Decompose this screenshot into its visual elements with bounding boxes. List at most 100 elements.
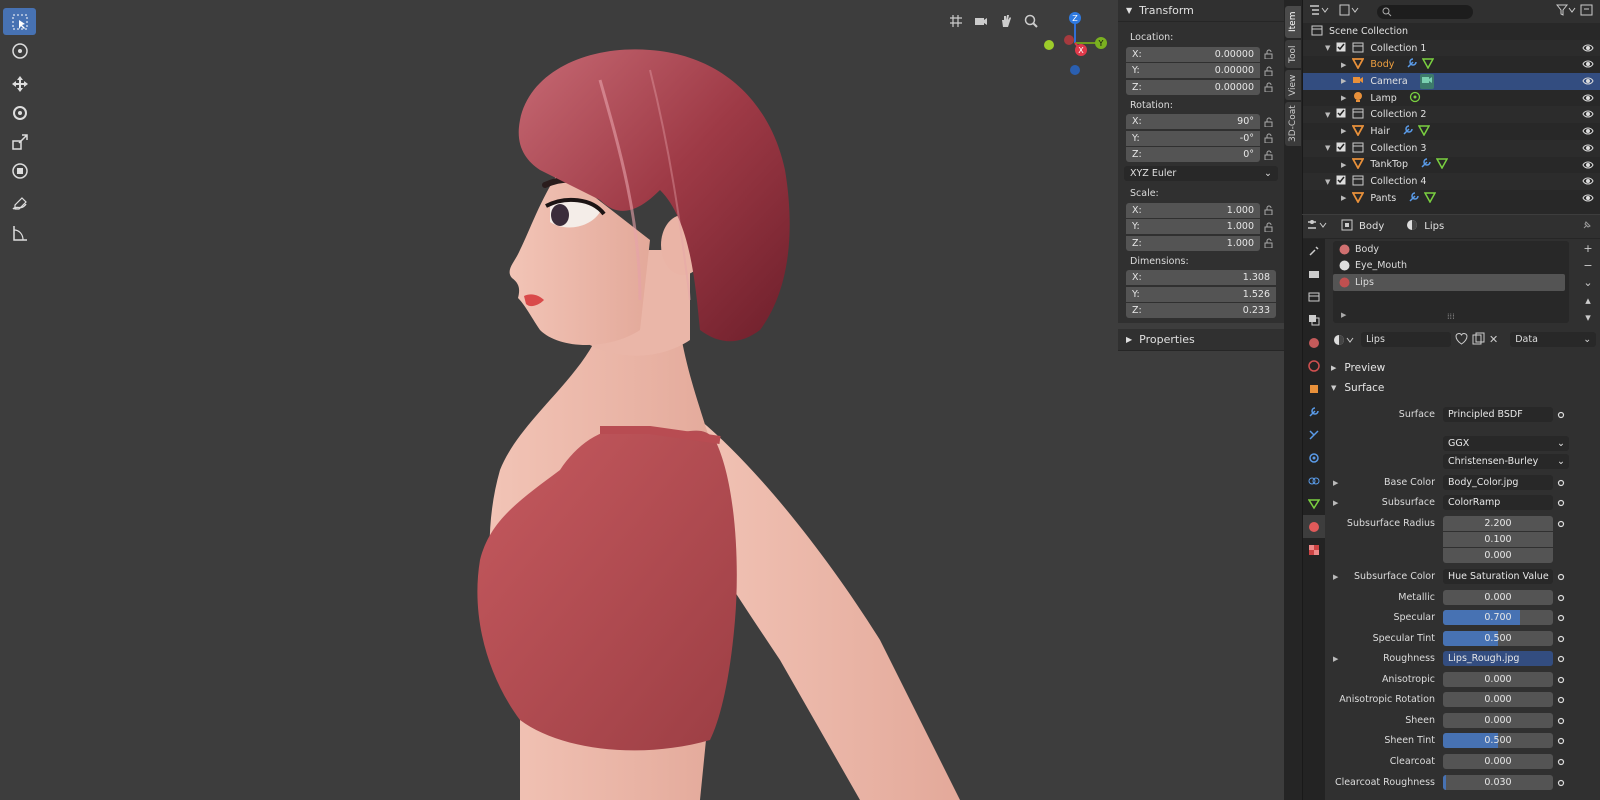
3d-viewport[interactable]: Z Y X — [0, 0, 1284, 800]
node-link-field[interactable]: Body_Color.jpg — [1443, 475, 1553, 490]
slider-field[interactable]: 0.000 — [1443, 672, 1553, 687]
transform-header[interactable]: ▼ Transform — [1118, 0, 1284, 22]
socket-icon[interactable] — [1553, 411, 1569, 419]
slider-field[interactable]: 0.000 — [1443, 590, 1553, 605]
expand-icon[interactable]: ▶ — [1333, 479, 1338, 487]
node-link-field[interactable]: Lips_Rough.jpg — [1443, 651, 1553, 666]
outliner-row-body[interactable]: ▶ Body — [1303, 56, 1600, 73]
material-tab-icon[interactable] — [1303, 515, 1325, 538]
checkbox-icon[interactable] — [1336, 142, 1346, 155]
disclosure-icon[interactable]: ▼ — [1325, 144, 1330, 152]
node-link-field[interactable]: Hue Saturation Value — [1443, 569, 1553, 584]
render-icon[interactable] — [1303, 262, 1325, 285]
move-icon[interactable] — [3, 70, 36, 97]
node-link-field[interactable]: Principled BSDF — [1443, 407, 1553, 422]
modifier-icon[interactable] — [1303, 400, 1325, 423]
move-down-button[interactable]: ▾ — [1581, 310, 1595, 324]
location-y-field[interactable]: Y: 0.00000 — [1126, 63, 1260, 79]
socket-icon[interactable] — [1553, 499, 1569, 507]
mesh-data-icon[interactable] — [1435, 157, 1449, 172]
outliner-row-lamp[interactable]: ▶ Lamp — [1303, 90, 1600, 107]
slider-field[interactable]: 0.500 — [1443, 631, 1553, 646]
disclosure-icon[interactable]: ▶ — [1341, 161, 1346, 169]
world-icon[interactable] — [1303, 354, 1325, 377]
editor-type-icon[interactable] — [1307, 219, 1329, 234]
vector-field[interactable]: 2.200 — [1443, 516, 1553, 531]
search-input[interactable] — [1377, 4, 1473, 19]
resize-handle[interactable]: ⁞⁞⁞ — [1447, 312, 1455, 321]
annotate-icon[interactable] — [3, 190, 36, 217]
measure-icon[interactable] — [3, 219, 36, 246]
data-icon[interactable] — [1303, 492, 1325, 515]
select-box-icon[interactable] — [3, 8, 36, 35]
tab-3d-coat[interactable]: 3D-Coat — [1285, 102, 1301, 146]
lock-icon[interactable] — [1260, 63, 1278, 78]
tab-view[interactable]: View — [1285, 70, 1301, 100]
view-layer-icon[interactable] — [1303, 308, 1325, 331]
eye-icon[interactable] — [1582, 109, 1594, 122]
vector-field[interactable]: 0.100 — [1443, 532, 1553, 547]
camera-view-icon[interactable] — [970, 10, 992, 32]
surface-section[interactable]: ▼ Surface — [1325, 378, 1600, 397]
expand-arrow-icon[interactable]: ▶ — [1341, 311, 1346, 319]
expand-icon[interactable]: ▶ — [1333, 573, 1338, 581]
browse-material-icon[interactable] — [1333, 334, 1357, 346]
constraints-icon[interactable] — [1303, 469, 1325, 492]
scale-icon[interactable] — [3, 128, 36, 155]
outliner-row-collection-1[interactable]: ▼ Collection 1 — [1303, 39, 1600, 57]
material-name-field[interactable]: Lips — [1361, 332, 1451, 347]
dimensions-z-field[interactable]: Z: 0.233 — [1126, 303, 1276, 319]
properties-header[interactable]: ▶ Properties — [1118, 329, 1284, 351]
output-icon[interactable] — [1303, 285, 1325, 308]
lock-icon[interactable] — [1260, 131, 1278, 146]
camera-data-icon[interactable] — [1419, 73, 1434, 89]
fake-user-icon[interactable] — [1455, 332, 1468, 348]
lock-icon[interactable] — [1260, 236, 1278, 251]
transform-icon[interactable] — [3, 157, 36, 184]
socket-icon[interactable] — [1553, 696, 1569, 704]
node-link-field[interactable]: ColorRamp — [1443, 495, 1553, 510]
lock-icon[interactable] — [1260, 114, 1278, 129]
rotate-icon[interactable] — [3, 99, 36, 126]
texture-icon[interactable] — [1303, 538, 1325, 561]
slider-field[interactable]: 0.500 — [1443, 733, 1553, 748]
eye-icon[interactable] — [1582, 193, 1594, 206]
rotation-x-field[interactable]: X: 90° — [1126, 114, 1260, 130]
link-mode-dropdown[interactable]: Data ⌄ — [1510, 332, 1597, 347]
eye-icon[interactable] — [1582, 93, 1594, 106]
dropdown[interactable]: GGX ⌄ — [1443, 436, 1569, 451]
editor-type-icon[interactable] — [1309, 4, 1329, 19]
disclosure-icon[interactable]: ▼ — [1325, 111, 1330, 119]
preview-section[interactable]: ▶ Preview — [1325, 358, 1600, 377]
remove-slot-button[interactable]: − — [1581, 258, 1595, 272]
outliner-row-collection-3[interactable]: ▼ Collection 3 — [1303, 139, 1600, 157]
outliner-row-hair[interactable]: ▶ Hair — [1303, 123, 1600, 140]
outliner-row-camera[interactable]: ▶ Camera — [1303, 73, 1600, 90]
eye-icon[interactable] — [1582, 59, 1594, 72]
navigation-gizmo[interactable]: Z Y X — [1040, 10, 1110, 80]
material-slot[interactable]: Body — [1333, 241, 1569, 258]
tab-tool[interactable]: Tool — [1285, 40, 1301, 68]
dimensions-y-field[interactable]: Y: 1.526 — [1126, 286, 1276, 302]
mesh-data-icon[interactable] — [1423, 191, 1437, 206]
filter-icon[interactable] — [1555, 4, 1576, 19]
material-slot[interactable]: Lips — [1333, 274, 1565, 291]
grid-icon[interactable] — [945, 10, 967, 32]
material-slot[interactable]: Eye_Mouth — [1333, 258, 1569, 275]
rotation-mode-dropdown[interactable]: XYZ Euler ⌄ — [1124, 166, 1278, 181]
dropdown[interactable]: Christensen-Burley ⌄ — [1443, 454, 1569, 469]
disclosure-icon[interactable]: ▶ — [1341, 61, 1346, 69]
particles-icon[interactable] — [1303, 423, 1325, 446]
vector-field[interactable]: 0.000 — [1443, 548, 1553, 563]
duplicate-icon[interactable] — [1472, 332, 1485, 348]
socket-icon[interactable] — [1553, 594, 1569, 602]
socket-icon[interactable] — [1553, 737, 1569, 745]
cursor-icon[interactable] — [3, 37, 36, 64]
rotation-z-field[interactable]: Z: 0° — [1126, 147, 1260, 163]
tool-settings-icon[interactable] — [1303, 239, 1325, 262]
unlink-icon[interactable]: ✕ — [1489, 333, 1498, 346]
expand-icon[interactable]: ▶ — [1333, 655, 1338, 663]
new-collection-icon[interactable] — [1580, 4, 1594, 19]
socket-icon[interactable] — [1553, 614, 1569, 622]
lock-icon[interactable] — [1260, 219, 1278, 234]
